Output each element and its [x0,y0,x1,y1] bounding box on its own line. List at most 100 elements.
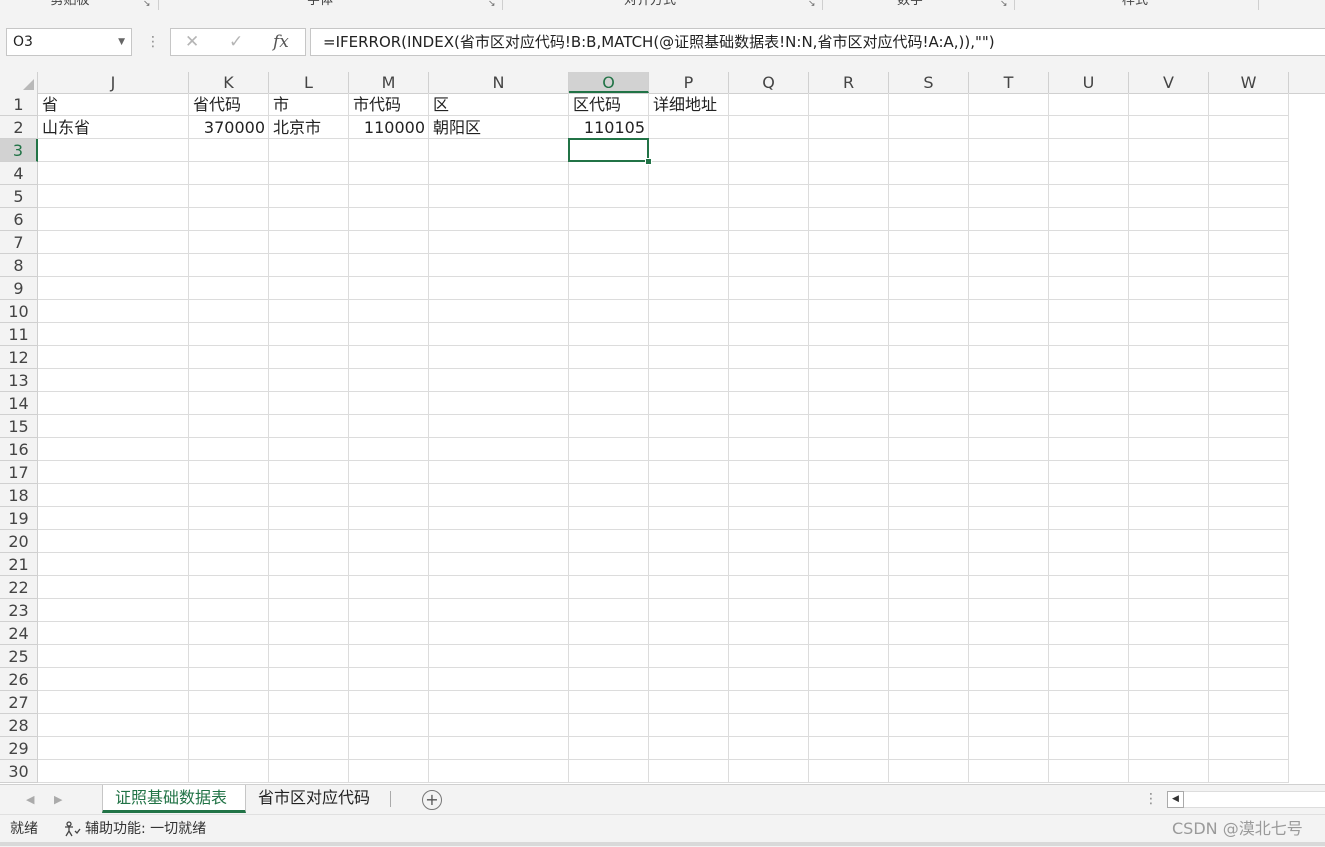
row-header-13[interactable]: 13 [0,369,38,392]
column-gridline [268,93,269,783]
cell-o2[interactable]: 110105 [569,116,649,139]
ribbon-separator [1258,0,1259,10]
fill-handle[interactable] [645,158,652,165]
accessibility-icon[interactable] [63,821,81,837]
cell-o1[interactable]: 区代码 [569,93,649,116]
cell-m1[interactable]: 市代码 [349,93,429,116]
ribbon-group-alignment: 对齐方式 [623,0,676,8]
formula-bar-resize-handle[interactable]: ⋮ [146,30,160,54]
column-header-r[interactable]: R [809,72,889,93]
number-launcher-icon[interactable]: ↘ [1000,0,1009,9]
name-box[interactable]: O3 ▼ [6,28,132,56]
row-gridline [38,552,1289,553]
row-header-7[interactable]: 7 [0,231,38,254]
row-header-15[interactable]: 15 [0,415,38,438]
accessibility-status[interactable]: 辅助功能: 一切就绪 [85,815,206,843]
row-header-10[interactable]: 10 [0,300,38,323]
scroll-split-handle[interactable]: ⋮ [1144,785,1158,813]
row-gridline [38,414,1289,415]
cell-j2[interactable]: 山东省 [38,116,189,139]
row-gridline [38,713,1289,714]
column-header-u[interactable]: U [1049,72,1129,93]
sheet-tab-zhengzhao[interactable]: 证照基础数据表 [102,785,246,813]
cell-k2[interactable]: 370000 [189,116,269,139]
column-header-t[interactable]: T [969,72,1049,93]
row-header-12[interactable]: 12 [0,346,38,369]
column-header-k[interactable]: K [189,72,269,93]
row-header-14[interactable]: 14 [0,392,38,415]
column-header-m[interactable]: M [349,72,429,93]
row-header-1[interactable]: 1 [0,93,38,116]
row-header-16[interactable]: 16 [0,438,38,461]
row-header-26[interactable]: 26 [0,668,38,691]
row-gridline [38,690,1289,691]
row-gridline [38,391,1289,392]
row-header-8[interactable]: 8 [0,254,38,277]
cell-n1[interactable]: 区 [429,93,569,116]
cell-p1[interactable]: 详细地址 [649,93,729,116]
row-header-19[interactable]: 19 [0,507,38,530]
enter-check-icon[interactable]: ✓ [229,29,243,55]
column-header-q[interactable]: Q [729,72,809,93]
row-header-30[interactable]: 30 [0,760,38,783]
column-header-s[interactable]: S [889,72,969,93]
row-header-11[interactable]: 11 [0,323,38,346]
row-header-25[interactable]: 25 [0,645,38,668]
cancel-icon[interactable]: ✕ [185,29,199,55]
row-header-29[interactable]: 29 [0,737,38,760]
row-gridline [38,161,1289,162]
chevron-down-icon[interactable]: ▼ [118,29,125,55]
cell-l2[interactable]: 北京市 [269,116,349,139]
font-launcher-icon[interactable]: ↘ [488,0,497,9]
formula-buttons: ✕ ✓ fx [170,28,306,56]
taskbar-edge [0,842,1325,846]
column-headers: JKLMNOPQRSTUVW [0,72,1325,94]
cell-k1[interactable]: 省代码 [189,93,269,116]
column-header-p[interactable]: P [649,72,729,93]
column-header-j[interactable]: J [38,72,189,93]
row-gridline [38,529,1289,530]
cell-j1[interactable]: 省 [38,93,189,116]
row-gridline [38,575,1289,576]
select-all-button[interactable] [0,72,38,93]
row-header-27[interactable]: 27 [0,691,38,714]
row-header-20[interactable]: 20 [0,530,38,553]
formula-input[interactable]: =IFERROR(INDEX(省市区对应代码!B:B,MATCH(@证照基础数据… [310,28,1325,56]
worksheet-grid[interactable]: JKLMNOPQRSTUVW 1 2 3 4 5 6 7 8 9 10 11 12 13 14 15 16 17… [0,72,1325,784]
row-header-5[interactable]: 5 [0,185,38,208]
previous-sheet-icon[interactable]: ◀ [26,785,34,815]
column-header-n[interactable]: N [429,72,569,93]
active-cell-outline[interactable] [568,138,649,162]
row-header-22[interactable]: 22 [0,576,38,599]
cell-m2[interactable]: 110000 [349,116,429,139]
add-sheet-icon[interactable]: + [422,790,442,810]
row-header-2[interactable]: 2 [0,116,38,139]
column-gridline [348,93,349,783]
clipboard-launcher-icon[interactable]: ↘ [143,0,152,9]
column-header-v[interactable]: V [1129,72,1209,93]
ribbon-separator [822,0,823,10]
insert-function-icon[interactable]: fx [273,29,289,55]
column-gridline [1128,93,1129,783]
row-header-23[interactable]: 23 [0,599,38,622]
column-header-o[interactable]: O [569,72,649,93]
scroll-left-icon[interactable]: ◀ [1167,791,1184,808]
ribbon-separator [1014,0,1015,10]
column-header-w[interactable]: W [1209,72,1289,93]
row-header-24[interactable]: 24 [0,622,38,645]
cell-l1[interactable]: 市 [269,93,349,116]
column-header-l[interactable]: L [269,72,349,93]
next-sheet-icon[interactable]: ▶ [54,785,62,815]
horizontal-scrollbar[interactable] [1184,791,1325,808]
cell-n2[interactable]: 朝阳区 [429,116,569,139]
row-header-3[interactable]: 3 [0,139,38,162]
row-header-28[interactable]: 28 [0,714,38,737]
row-header-4[interactable]: 4 [0,162,38,185]
alignment-launcher-icon[interactable]: ↘ [808,0,817,9]
row-header-21[interactable]: 21 [0,553,38,576]
row-header-6[interactable]: 6 [0,208,38,231]
row-header-18[interactable]: 18 [0,484,38,507]
row-header-17[interactable]: 17 [0,461,38,484]
row-header-9[interactable]: 9 [0,277,38,300]
sheet-tab-shengshiqu[interactable]: 省市区对应代码 [246,785,390,813]
